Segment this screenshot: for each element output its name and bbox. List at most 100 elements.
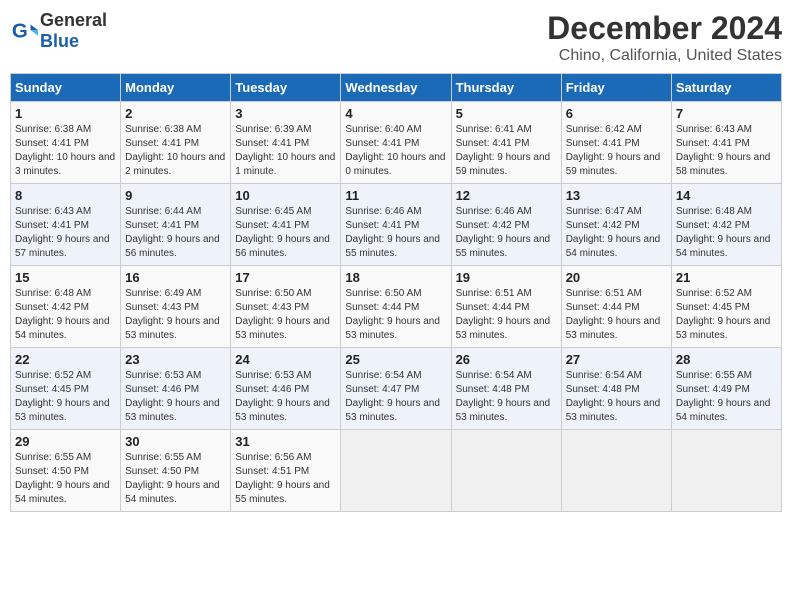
calendar-cell: 6 Sunrise: 6:42 AMSunset: 4:41 PMDaylight… (561, 102, 671, 184)
day-number: 29 (15, 434, 116, 449)
day-detail: Sunrise: 6:41 AMSunset: 4:41 PMDaylight:… (456, 123, 557, 179)
calendar-cell: 4 Sunrise: 6:40 AMSunset: 4:41 PMDaylight… (341, 102, 451, 184)
calendar-cell: 17Sunrise: 6:50 AMSunset: 4:43 PMDayligh… (231, 266, 341, 348)
calendar-cell: 21 Sunrise: 6:52 AMSunset: 4:45 PMDayligh… (671, 266, 781, 348)
title-section: December 2024 Chino, California, United … (547, 10, 782, 65)
calendar-cell: 7 Sunrise: 6:43 AMSunset: 4:41 PMDaylight… (671, 102, 781, 184)
day-detail: Sunrise: 6:54 AMSunset: 4:48 PMDaylight:… (566, 369, 667, 425)
day-number: 21 (676, 270, 777, 285)
day-detail: Sunrise: 6:38 AMSunset: 4:41 PMDaylight:… (15, 123, 116, 179)
day-number: 30 (125, 434, 226, 449)
calendar-cell (451, 430, 561, 512)
day-number: 31 (235, 434, 336, 449)
calendar-cell: 20 Sunrise: 6:51 AMSunset: 4:44 PMDayligh… (561, 266, 671, 348)
day-number: 11 (345, 188, 446, 203)
day-detail: Sunrise: 6:49 AMSunset: 4:43 PMDaylight:… (125, 287, 226, 343)
day-detail: Sunrise: 6:43 AMSunset: 4:41 PMDaylight:… (676, 123, 777, 179)
logo-blue-text: Blue (40, 31, 79, 51)
calendar-cell: 13 Sunrise: 6:47 AMSunset: 4:42 PMDayligh… (561, 184, 671, 266)
calendar-cell: 9Sunrise: 6:44 AMSunset: 4:41 PMDaylight… (121, 184, 231, 266)
calendar-week-3: 15Sunrise: 6:48 AMSunset: 4:42 PMDayligh… (11, 266, 782, 348)
day-number: 17 (235, 270, 336, 285)
calendar-cell: 2 Sunrise: 6:38 AMSunset: 4:41 PMDaylight… (121, 102, 231, 184)
day-detail: Sunrise: 6:53 AMSunset: 4:46 PMDaylight:… (235, 369, 336, 425)
calendar-cell: 10 Sunrise: 6:45 AMSunset: 4:41 PMDayligh… (231, 184, 341, 266)
day-detail: Sunrise: 6:46 AMSunset: 4:41 PMDaylight:… (345, 205, 446, 261)
column-header-sunday: Sunday (11, 74, 121, 102)
day-detail: Sunrise: 6:54 AMSunset: 4:48 PMDaylight:… (456, 369, 557, 425)
calendar-cell: 25 Sunrise: 6:54 AMSunset: 4:47 PMDayligh… (341, 348, 451, 430)
day-number: 26 (456, 352, 557, 367)
logo: G General Blue (10, 10, 107, 52)
day-number: 10 (235, 188, 336, 203)
day-number: 20 (566, 270, 667, 285)
day-number: 7 (676, 106, 777, 121)
day-detail: Sunrise: 6:55 AMSunset: 4:50 PMDaylight:… (125, 451, 226, 507)
day-number: 14 (676, 188, 777, 203)
calendar-cell: 26 Sunrise: 6:54 AMSunset: 4:48 PMDayligh… (451, 348, 561, 430)
calendar-cell: 15Sunrise: 6:48 AMSunset: 4:42 PMDayligh… (11, 266, 121, 348)
calendar-cell: 27 Sunrise: 6:54 AMSunset: 4:48 PMDayligh… (561, 348, 671, 430)
calendar-week-2: 8 Sunrise: 6:43 AMSunset: 4:41 PMDaylight… (11, 184, 782, 266)
calendar-cell: 12 Sunrise: 6:46 AMSunset: 4:42 PMDayligh… (451, 184, 561, 266)
column-header-tuesday: Tuesday (231, 74, 341, 102)
day-number: 2 (125, 106, 226, 121)
day-number: 22 (15, 352, 116, 367)
day-number: 19 (456, 270, 557, 285)
calendar-table: SundayMondayTuesdayWednesdayThursdayFrid… (10, 73, 782, 512)
calendar-week-1: 1 Sunrise: 6:38 AMSunset: 4:41 PMDaylight… (11, 102, 782, 184)
day-number: 13 (566, 188, 667, 203)
day-detail: Sunrise: 6:50 AMSunset: 4:44 PMDaylight:… (345, 287, 446, 343)
calendar-cell: 29 Sunrise: 6:55 AMSunset: 4:50 PMDayligh… (11, 430, 121, 512)
day-detail: Sunrise: 6:46 AMSunset: 4:42 PMDaylight:… (456, 205, 557, 261)
column-header-wednesday: Wednesday (341, 74, 451, 102)
day-number: 28 (676, 352, 777, 367)
day-detail: Sunrise: 6:39 AMSunset: 4:41 PMDaylight:… (235, 123, 336, 179)
column-header-thursday: Thursday (451, 74, 561, 102)
day-detail: Sunrise: 6:43 AMSunset: 4:41 PMDaylight:… (15, 205, 116, 261)
calendar-cell: 8 Sunrise: 6:43 AMSunset: 4:41 PMDaylight… (11, 184, 121, 266)
day-detail: Sunrise: 6:48 AMSunset: 4:42 PMDaylight:… (676, 205, 777, 261)
day-detail: Sunrise: 6:38 AMSunset: 4:41 PMDaylight:… (125, 123, 226, 179)
calendar-cell: 31Sunrise: 6:56 AMSunset: 4:51 PMDayligh… (231, 430, 341, 512)
day-detail: Sunrise: 6:55 AMSunset: 4:49 PMDaylight:… (676, 369, 777, 425)
column-header-friday: Friday (561, 74, 671, 102)
calendar-cell: 30 Sunrise: 6:55 AMSunset: 4:50 PMDayligh… (121, 430, 231, 512)
calendar-cell: 3 Sunrise: 6:39 AMSunset: 4:41 PMDaylight… (231, 102, 341, 184)
day-detail: Sunrise: 6:52 AMSunset: 4:45 PMDaylight:… (676, 287, 777, 343)
calendar-week-4: 22 Sunrise: 6:52 AMSunset: 4:45 PMDayligh… (11, 348, 782, 430)
day-number: 12 (456, 188, 557, 203)
day-number: 9 (125, 188, 226, 203)
day-detail: Sunrise: 6:51 AMSunset: 4:44 PMDaylight:… (566, 287, 667, 343)
day-detail: Sunrise: 6:54 AMSunset: 4:47 PMDaylight:… (345, 369, 446, 425)
day-number: 27 (566, 352, 667, 367)
day-detail: Sunrise: 6:47 AMSunset: 4:42 PMDaylight:… (566, 205, 667, 261)
calendar-week-5: 29 Sunrise: 6:55 AMSunset: 4:50 PMDayligh… (11, 430, 782, 512)
day-number: 4 (345, 106, 446, 121)
day-number: 5 (456, 106, 557, 121)
day-number: 18 (345, 270, 446, 285)
day-number: 8 (15, 188, 116, 203)
day-detail: Sunrise: 6:55 AMSunset: 4:50 PMDaylight:… (15, 451, 116, 507)
day-detail: Sunrise: 6:45 AMSunset: 4:41 PMDaylight:… (235, 205, 336, 261)
day-number: 25 (345, 352, 446, 367)
day-detail: Sunrise: 6:42 AMSunset: 4:41 PMDaylight:… (566, 123, 667, 179)
column-header-saturday: Saturday (671, 74, 781, 102)
column-header-monday: Monday (121, 74, 231, 102)
day-number: 1 (15, 106, 116, 121)
day-number: 3 (235, 106, 336, 121)
day-number: 15 (15, 270, 116, 285)
calendar-cell: 11 Sunrise: 6:46 AMSunset: 4:41 PMDayligh… (341, 184, 451, 266)
logo-icon: G (10, 17, 38, 45)
day-detail: Sunrise: 6:52 AMSunset: 4:45 PMDaylight:… (15, 369, 116, 425)
day-detail: Sunrise: 6:53 AMSunset: 4:46 PMDaylight:… (125, 369, 226, 425)
month-title: December 2024 (547, 10, 782, 47)
day-detail: Sunrise: 6:40 AMSunset: 4:41 PMDaylight:… (345, 123, 446, 179)
calendar-cell (561, 430, 671, 512)
calendar-cell: 5 Sunrise: 6:41 AMSunset: 4:41 PMDaylight… (451, 102, 561, 184)
calendar-header-row: SundayMondayTuesdayWednesdayThursdayFrid… (11, 74, 782, 102)
logo-general-text: General (40, 10, 107, 30)
calendar-cell: 28 Sunrise: 6:55 AMSunset: 4:49 PMDayligh… (671, 348, 781, 430)
calendar-cell: 19Sunrise: 6:51 AMSunset: 4:44 PMDayligh… (451, 266, 561, 348)
day-number: 6 (566, 106, 667, 121)
